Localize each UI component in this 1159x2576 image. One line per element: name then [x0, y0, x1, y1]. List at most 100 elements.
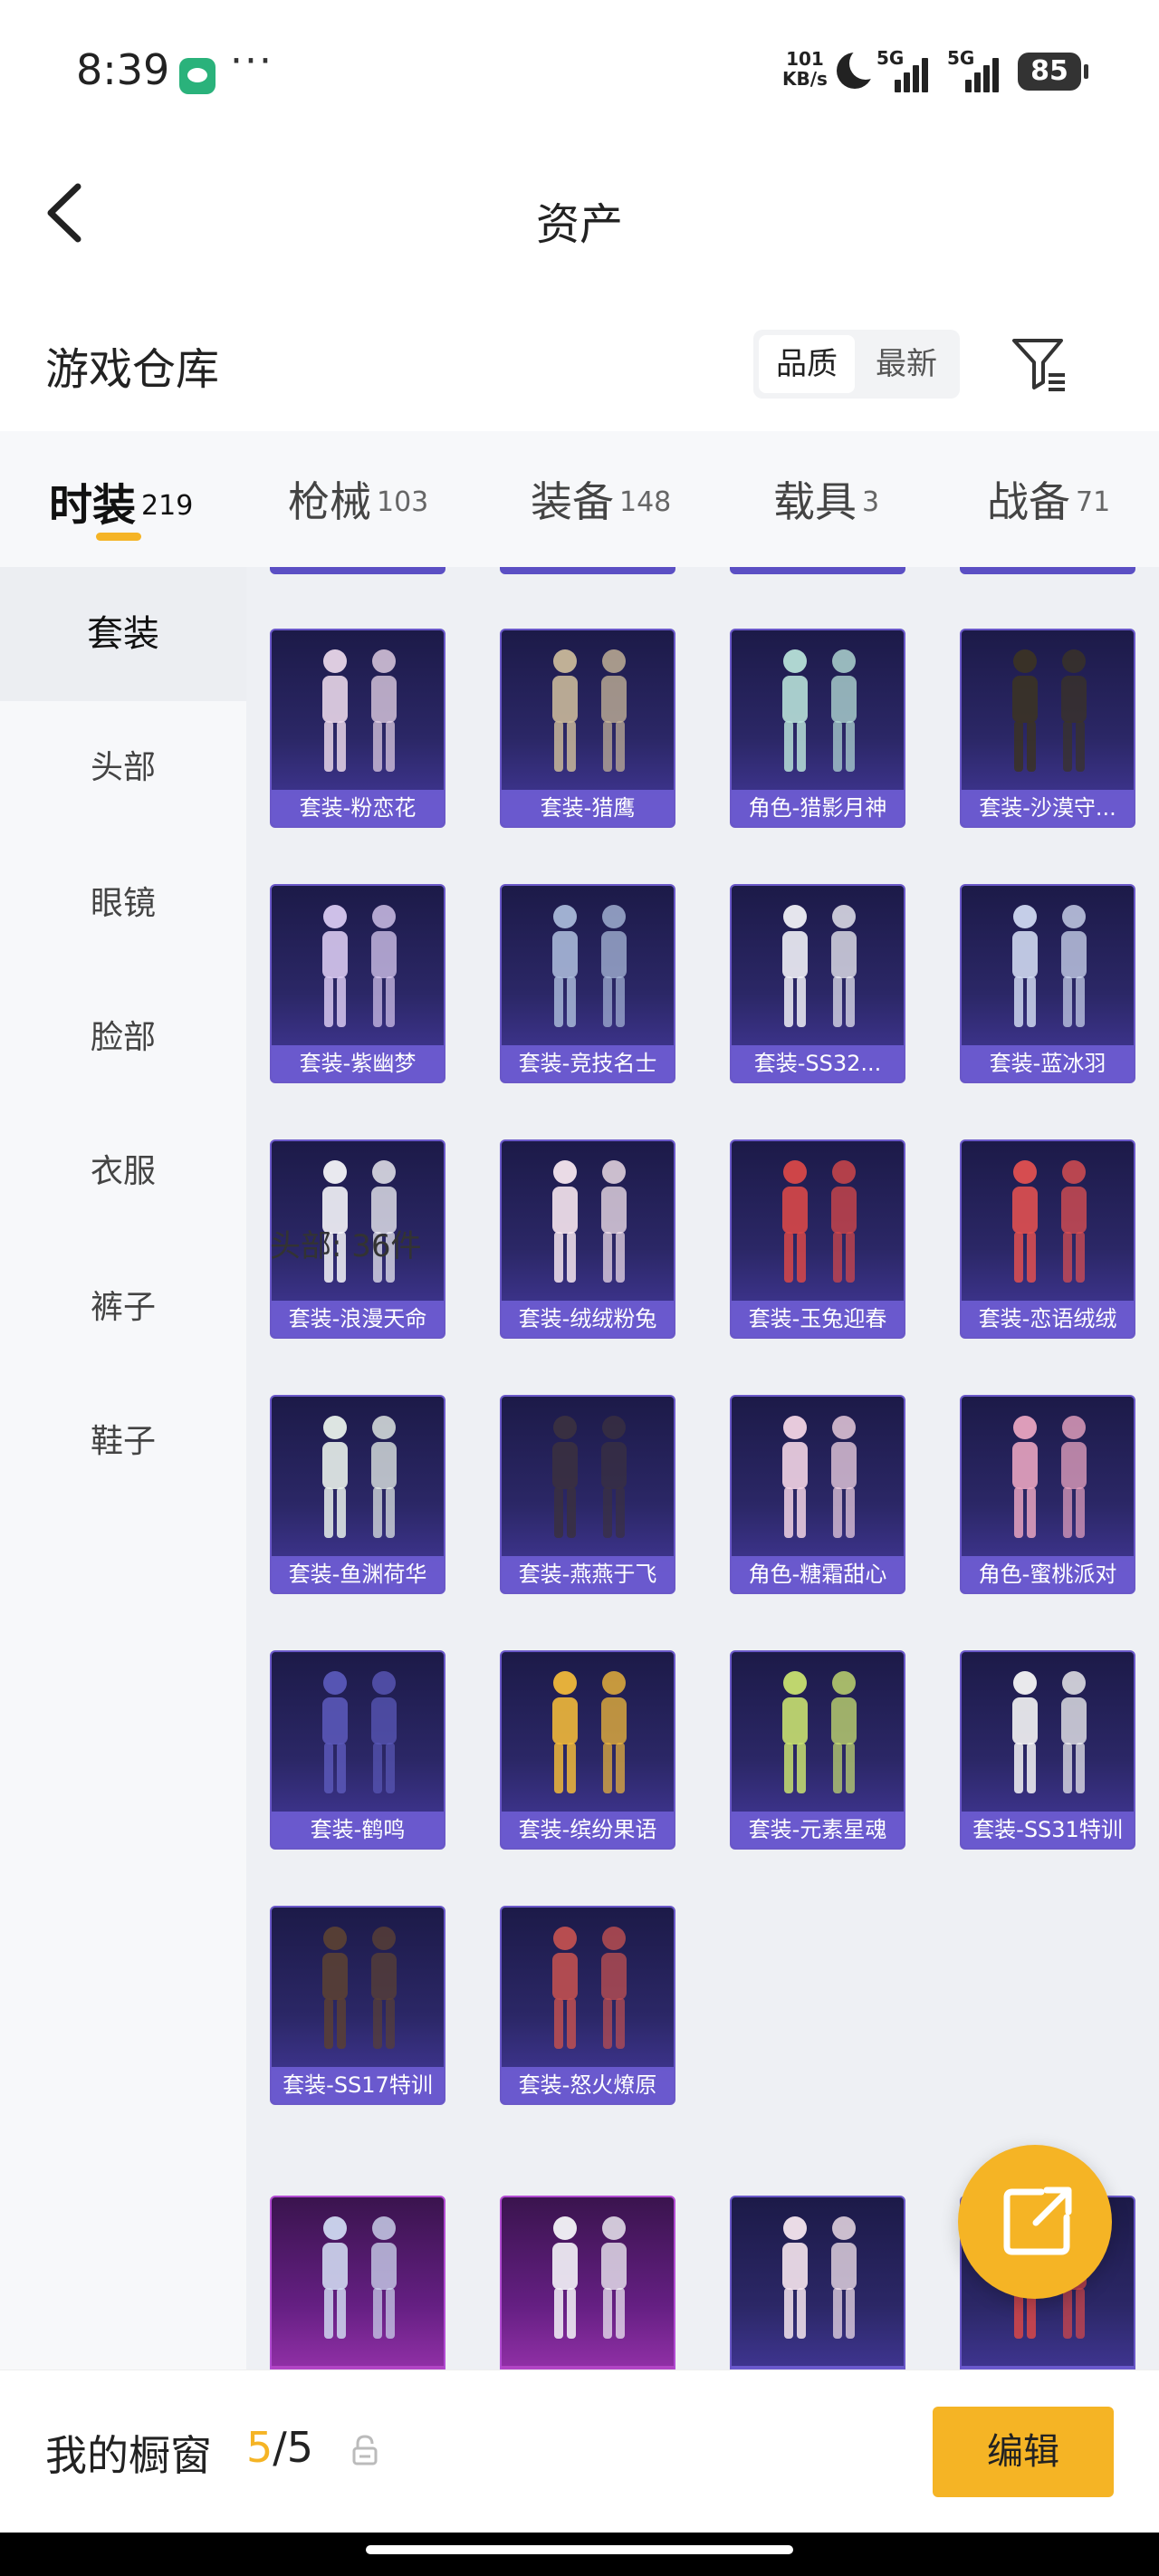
item-card[interactable]: 套装-怒火燎原	[500, 1906, 675, 2105]
home-indicator	[366, 2545, 793, 2554]
outfit-preview-icon	[552, 1927, 627, 2049]
item-grid: 套装-粉恋花 套装-猎鹰 角色-猎影月神 套装-沙漠守... 套装-紫幽梦 套装-竞技名士…	[246, 567, 1159, 2369]
outfit-preview-icon	[782, 1416, 857, 1538]
subcategory-sidebar: 套装 头部 眼镜 脸部 衣服 裤子 鞋子	[0, 567, 246, 2379]
tab-count: 219	[141, 489, 194, 522]
outfit-preview-icon	[322, 1927, 397, 2049]
sidebar-item-clothes[interactable]: 衣服	[0, 1105, 246, 1239]
item-card[interactable]: 套装-SS31特训	[960, 1650, 1135, 1850]
active-tab-indicator	[96, 533, 141, 541]
outfit-preview-icon	[322, 1671, 397, 1793]
nav-bar: 资产	[0, 154, 1159, 272]
partial-card	[960, 567, 1135, 574]
item-card[interactable]: 角色-糖霜甜心	[730, 1395, 905, 1594]
tab-supplies[interactable]: 战备 71	[987, 469, 1110, 542]
item-name: 角色-糖霜甜心	[732, 1556, 904, 1592]
tab-firearms[interactable]: 枪械 103	[288, 469, 428, 542]
showcase-count-separator: /	[273, 2423, 287, 2472]
category-tabs: 时装 219 枪械 103 装备 148 载具 3 战备 71	[0, 431, 1159, 567]
tab-vehicles[interactable]: 载具 3	[773, 469, 879, 542]
item-card[interactable]: 套装-竞技名士	[500, 884, 675, 1083]
sidebar-item-outfit[interactable]: 套装	[0, 567, 246, 701]
item-card[interactable]: 套装-粉恋花	[270, 629, 445, 828]
outfit-preview-icon	[782, 1671, 857, 1793]
sidebar-item-shoes[interactable]: 鞋子	[0, 1375, 246, 1509]
item-card[interactable]: 套装-鱼渊荷华	[270, 1395, 445, 1594]
showcase-bar: 我的橱窗 5/5 编辑	[0, 2369, 1159, 2533]
sort-newest-button[interactable]: 最新	[858, 335, 954, 393]
item-name: 套装-粉恋花	[272, 790, 444, 826]
sim1-label: 5G	[876, 47, 905, 69]
item-card[interactable]: 套装-SS32...	[730, 884, 905, 1083]
sort-quality-button[interactable]: 品质	[759, 335, 855, 393]
item-card[interactable]: 套装-沙漠守...	[960, 629, 1135, 828]
item-card[interactable]: 套装-缤纷果语	[500, 1650, 675, 1850]
tab-fashion[interactable]: 时装 219	[49, 469, 193, 542]
sidebar-item-glasses[interactable]: 眼镜	[0, 837, 246, 971]
item-card[interactable]: 套装-恋语绒绒	[960, 1139, 1135, 1339]
showcase-label: 我的橱窗	[45, 2431, 212, 2480]
sidebar-item-pants[interactable]: 裤子	[0, 1241, 246, 1375]
partial-card	[500, 567, 675, 574]
sort-toggle: 品质 最新	[753, 330, 960, 399]
item-name: 套装-燕燕于飞	[502, 1556, 674, 1592]
partial-card	[270, 567, 445, 574]
outfit-preview-icon	[1012, 1416, 1087, 1538]
share-button[interactable]	[958, 2145, 1112, 2299]
tab-equipment[interactable]: 装备 148	[531, 469, 671, 542]
item-name: 套装-SS31特训	[962, 1812, 1134, 1848]
page-title: 资产	[535, 199, 623, 250]
outfit-preview-icon	[1012, 905, 1087, 1027]
signal-sim2-icon: 5G	[947, 47, 1001, 92]
sim2-label: 5G	[947, 47, 975, 69]
tab-label: 载具	[773, 477, 857, 526]
item-name: 套装-蓝冰羽	[962, 1045, 1134, 1081]
edit-button[interactable]: 编辑	[933, 2407, 1114, 2497]
item-card[interactable]: 套装-燕燕于飞	[500, 1395, 675, 1594]
item-card[interactable]: 套装-鹤鸣	[270, 1650, 445, 1850]
item-card[interactable]: 套装-绒绒粉兔	[500, 1139, 675, 1339]
network-speed-value: 101	[786, 48, 824, 70]
item-name: 套装-恋语绒绒	[962, 1301, 1134, 1337]
lock-icon	[351, 2434, 378, 2466]
signal-sim1-icon: 5G	[876, 47, 931, 92]
item-name: 套装-绒绒粉兔	[502, 1301, 674, 1337]
wechat-icon	[179, 58, 216, 94]
partial-card	[730, 567, 905, 574]
item-card[interactable]: 套装-元素星魂	[730, 1650, 905, 1850]
item-card[interactable]: 套装-SS17特训	[270, 1906, 445, 2105]
gesture-bar	[0, 2533, 1159, 2576]
item-name: 套装-缤纷果语	[502, 1812, 674, 1848]
item-name: 套装-怒火燎原	[502, 2067, 674, 2103]
tab-count: 71	[1076, 485, 1111, 518]
item-card[interactable]: 雪国幻梦头饰	[270, 2196, 445, 2369]
filter-icon	[1012, 339, 1065, 391]
outfit-preview-icon	[322, 1416, 397, 1538]
head-group-label: 头部: 36件	[270, 1228, 422, 1264]
item-card[interactable]: 角色-猎影月神	[730, 629, 905, 828]
showcase-count-total: 5	[286, 2423, 314, 2472]
item-name: 套装-紫幽梦	[272, 1045, 444, 1081]
item-card[interactable]: 角色-蜜桃派对	[960, 1395, 1135, 1594]
network-speed: 101 KB/s	[782, 49, 828, 89]
item-card[interactable]: 铂金战神发饰	[500, 2196, 675, 2369]
filter-button[interactable]	[1011, 335, 1068, 393]
item-name: 套装-鹤鸣	[272, 1812, 444, 1848]
item-name: 角色-猎影月神	[732, 790, 904, 826]
item-name: 套装-竞技名士	[502, 1045, 674, 1081]
item-name: 角色-蜜桃派对	[962, 1556, 1134, 1592]
item-card[interactable]: 银辉夜曲发饰	[730, 2196, 905, 2369]
section-title: 游戏仓库	[45, 344, 220, 395]
item-name: 套装-元素星魂	[732, 1812, 904, 1848]
outfit-preview-icon	[322, 2216, 397, 2339]
outfit-preview-icon	[552, 2216, 627, 2339]
outfit-preview-icon	[322, 649, 397, 772]
item-card[interactable]: 套装-蓝冰羽	[960, 884, 1135, 1083]
item-card[interactable]: 套装-紫幽梦	[270, 884, 445, 1083]
item-name: 套装-SS17特训	[272, 2067, 444, 2103]
outfit-preview-icon	[1012, 1671, 1087, 1793]
item-card[interactable]: 套装-玉兔迎春	[730, 1139, 905, 1339]
sidebar-item-head[interactable]: 头部	[0, 701, 246, 835]
sidebar-item-face[interactable]: 脸部	[0, 971, 246, 1105]
item-card[interactable]: 套装-猎鹰	[500, 629, 675, 828]
